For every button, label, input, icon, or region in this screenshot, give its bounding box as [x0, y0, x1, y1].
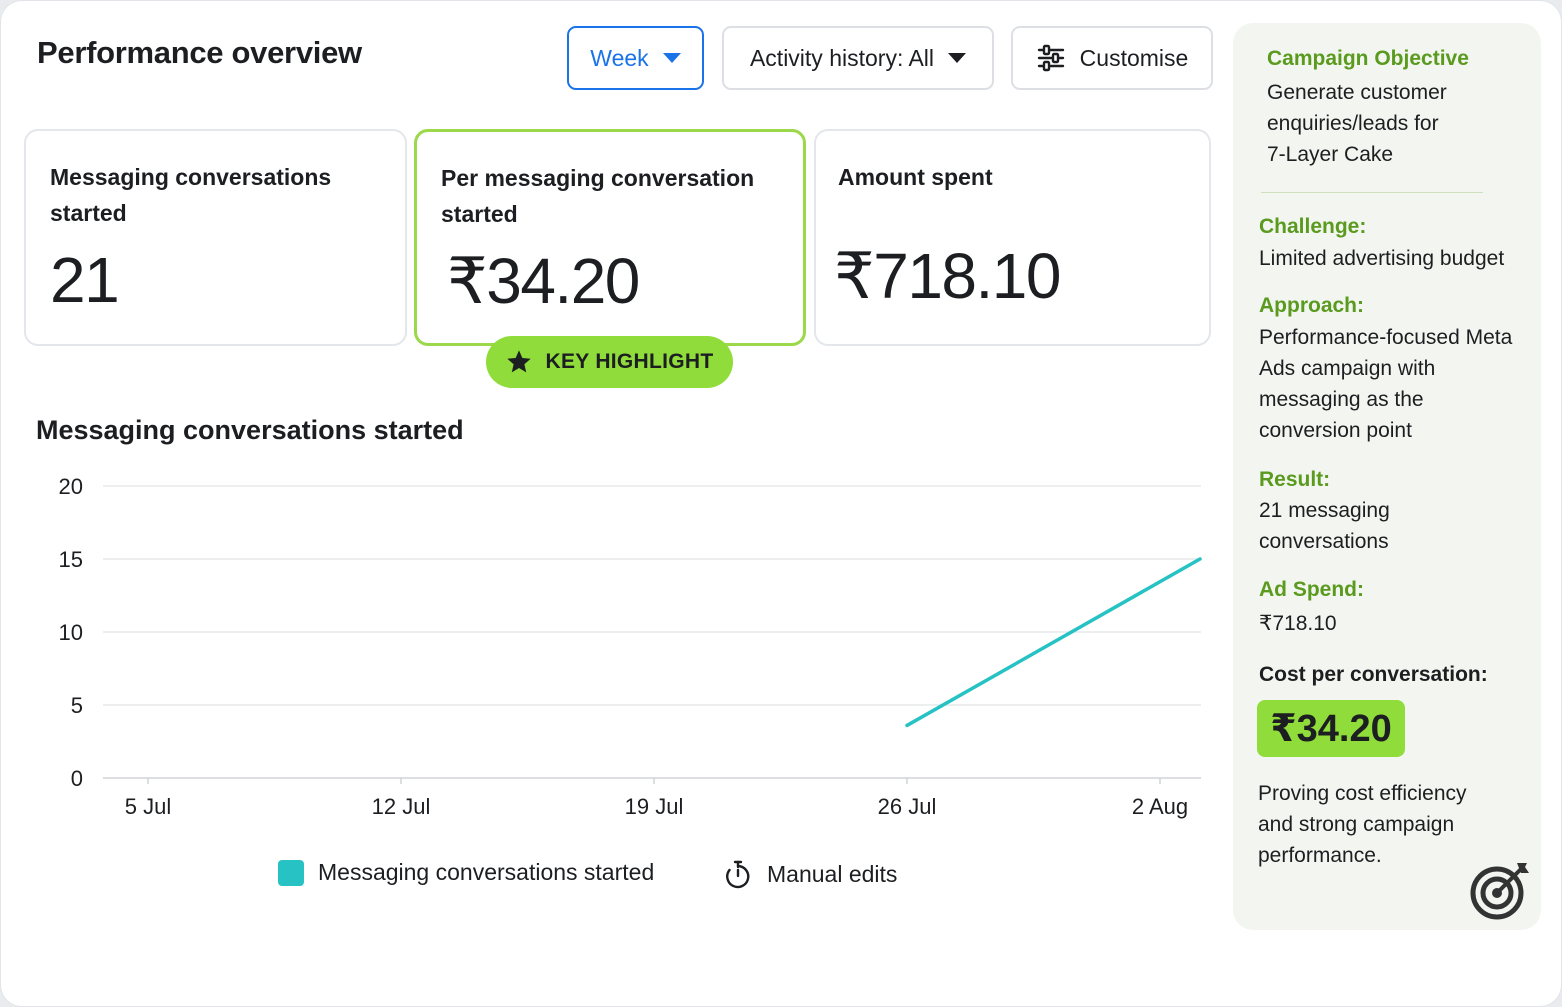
result-line: 21 messaging	[1259, 499, 1390, 522]
metric-value: 21	[50, 244, 120, 316]
metric-card-amount-spent[interactable]: Amount spent ₹718.10	[814, 129, 1211, 346]
x-tick-label: 2 Aug	[1132, 794, 1188, 819]
metric-card-conversations[interactable]: Messaging conversations started 21	[24, 129, 407, 346]
legend-label: Messaging conversations started	[318, 859, 655, 885]
stopwatch-icon	[726, 860, 750, 889]
metric-value: ₹718.10	[834, 240, 1061, 312]
x-tick-label: 26 Jul	[878, 794, 937, 819]
x-tick-label: 5 Jul	[125, 794, 171, 819]
result-heading: Result:	[1259, 468, 1331, 491]
objective-line: enquiries/leads for	[1267, 112, 1439, 135]
ad-spend-value: ₹718.10	[1259, 612, 1337, 635]
y-tick-label: 0	[71, 766, 83, 791]
chart-title: Messaging conversations started	[36, 415, 464, 445]
legend-item-manual-edits[interactable]: Manual edits	[723, 859, 897, 889]
approach-line: Performance-focused Meta	[1259, 326, 1513, 349]
week-dropdown[interactable]: Week	[567, 26, 704, 90]
closing-line: Proving cost efficiency	[1258, 782, 1467, 805]
performance-overview-panel: Performance overview Week Activity histo…	[0, 0, 1562, 1007]
objective-heading: Campaign Objective	[1267, 47, 1469, 70]
approach-line: Ads campaign with	[1259, 357, 1436, 380]
campaign-summary-panel: Campaign Objective Generate customer enq…	[1233, 23, 1541, 930]
ad-spend-heading: Ad Spend:	[1259, 578, 1364, 601]
result-line: conversations	[1259, 530, 1389, 553]
key-highlight-badge: KEY HIGHLIGHT	[486, 336, 733, 388]
metric-label: Amount spent	[838, 164, 993, 190]
x-tick-label: 12 Jul	[372, 794, 431, 819]
approach-heading: Approach:	[1259, 294, 1364, 317]
series-line	[905, 557, 1202, 728]
metric-value: ₹34.20	[447, 245, 640, 317]
customise-label: Customise	[1079, 44, 1189, 71]
badge-label: KEY HIGHLIGHT	[545, 350, 714, 373]
closing-text: Proving cost efficiency and strong campa…	[1258, 778, 1467, 871]
activity-history-label: Activity history: All	[749, 44, 935, 71]
caret-down-icon	[662, 53, 681, 63]
series-swatch	[278, 859, 304, 886]
sliders-icon	[1037, 44, 1064, 72]
objective-line: Generate customer	[1267, 81, 1447, 104]
star-icon	[507, 350, 532, 373]
legend-item-series[interactable]: Messaging conversations started	[278, 859, 654, 886]
legend-label: Manual edits	[767, 860, 898, 887]
y-tick-label: 20	[59, 474, 83, 499]
metric-label: Per messaging conversation started	[441, 165, 755, 227]
divider	[1261, 192, 1483, 193]
y-tick-label: 5	[71, 693, 83, 718]
challenge-text: Limited advertising budget	[1259, 247, 1505, 270]
page-title: Performance overview	[37, 35, 362, 70]
approach-line: conversion point	[1259, 419, 1412, 442]
target-icon	[1470, 863, 1529, 920]
x-tick-label: 19 Jul	[625, 794, 684, 819]
approach-line: messaging as the	[1259, 388, 1424, 411]
closing-line: performance.	[1258, 844, 1382, 867]
objective-text: Generate customer enquiries/leads for 7-…	[1267, 77, 1447, 170]
activity-history-dropdown[interactable]: Activity history: All	[722, 26, 994, 90]
objective-line: 7-Layer Cake	[1267, 143, 1394, 166]
result-text: 21 messaging conversations	[1259, 495, 1390, 557]
cost-value-pill: ₹34.20	[1257, 700, 1405, 757]
y-tick-label: 10	[59, 620, 83, 645]
caret-down-icon	[948, 53, 967, 63]
week-dropdown-label: Week	[590, 44, 649, 71]
y-tick-label: 15	[59, 547, 83, 572]
cost-heading: Cost per conversation:	[1259, 663, 1488, 686]
challenge-heading: Challenge:	[1259, 215, 1367, 238]
customise-button[interactable]: Customise	[1011, 26, 1213, 90]
metric-label: Messaging conversations started	[50, 164, 332, 226]
metric-card-cost-per-conversation[interactable]: Per messaging conversation started ₹34.2…	[414, 129, 806, 346]
approach-text: Performance-focused Meta Ads campaign wi…	[1259, 322, 1512, 446]
closing-line: and strong campaign	[1258, 813, 1455, 836]
line-chart: 0 5 10 15 20 5 Jul 12 Jul 19 Jul 26 Jul 2 Aug	[59, 474, 1202, 819]
